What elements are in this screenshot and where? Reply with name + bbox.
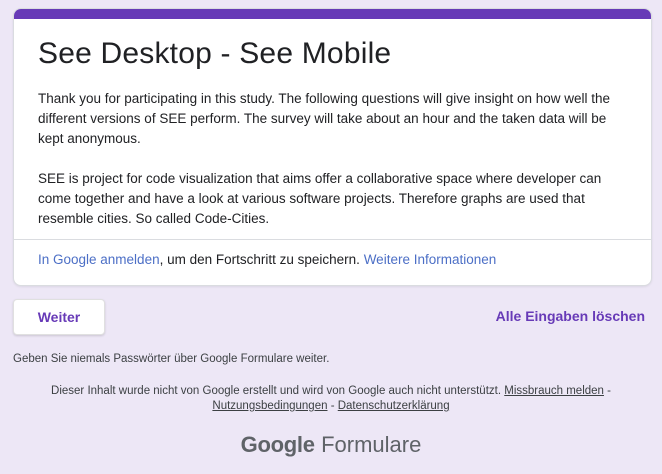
form-header-card: See Desktop - See Mobile Thank you for p… <box>13 8 652 286</box>
terms-link[interactable]: Nutzungsbedingungen <box>212 400 327 412</box>
report-abuse-link[interactable]: Missbrauch melden <box>504 385 604 397</box>
form-description: Thank you for participating in this stud… <box>38 89 628 249</box>
product-name: Formulare <box>321 432 422 457</box>
password-warning: Geben Sie niemals Passwörter über Google… <box>13 353 330 365</box>
footer-disclaimer: Dieser Inhalt wurde nicht von Google ers… <box>51 385 505 397</box>
clear-form-button[interactable]: Alle Eingaben löschen <box>496 308 645 324</box>
footer-separator: - <box>603 385 611 397</box>
form-title: See Desktop - See Mobile <box>38 37 392 70</box>
signin-notice-text: , um den Fortschritt zu speichern. <box>159 252 364 267</box>
google-wordmark: Google <box>240 432 315 457</box>
google-forms-logo[interactable]: Google Formulare <box>0 432 662 458</box>
signin-link[interactable]: In Google anmelden <box>38 252 160 267</box>
footer: Dieser Inhalt wurde nicht von Google ers… <box>0 384 662 414</box>
signin-notice: In Google anmelden, um den Fortschritt z… <box>38 252 496 267</box>
divider <box>14 239 651 240</box>
next-button[interactable]: Weiter <box>13 299 105 335</box>
footer-separator: - <box>327 400 338 412</box>
more-info-link[interactable]: Weitere Informationen <box>364 252 497 267</box>
description-paragraph: SEE is project for code visualization th… <box>38 171 602 226</box>
accent-bar <box>14 9 651 19</box>
description-paragraph: Thank you for participating in this stud… <box>38 91 611 146</box>
privacy-link[interactable]: Datenschutzerklärung <box>338 400 450 412</box>
